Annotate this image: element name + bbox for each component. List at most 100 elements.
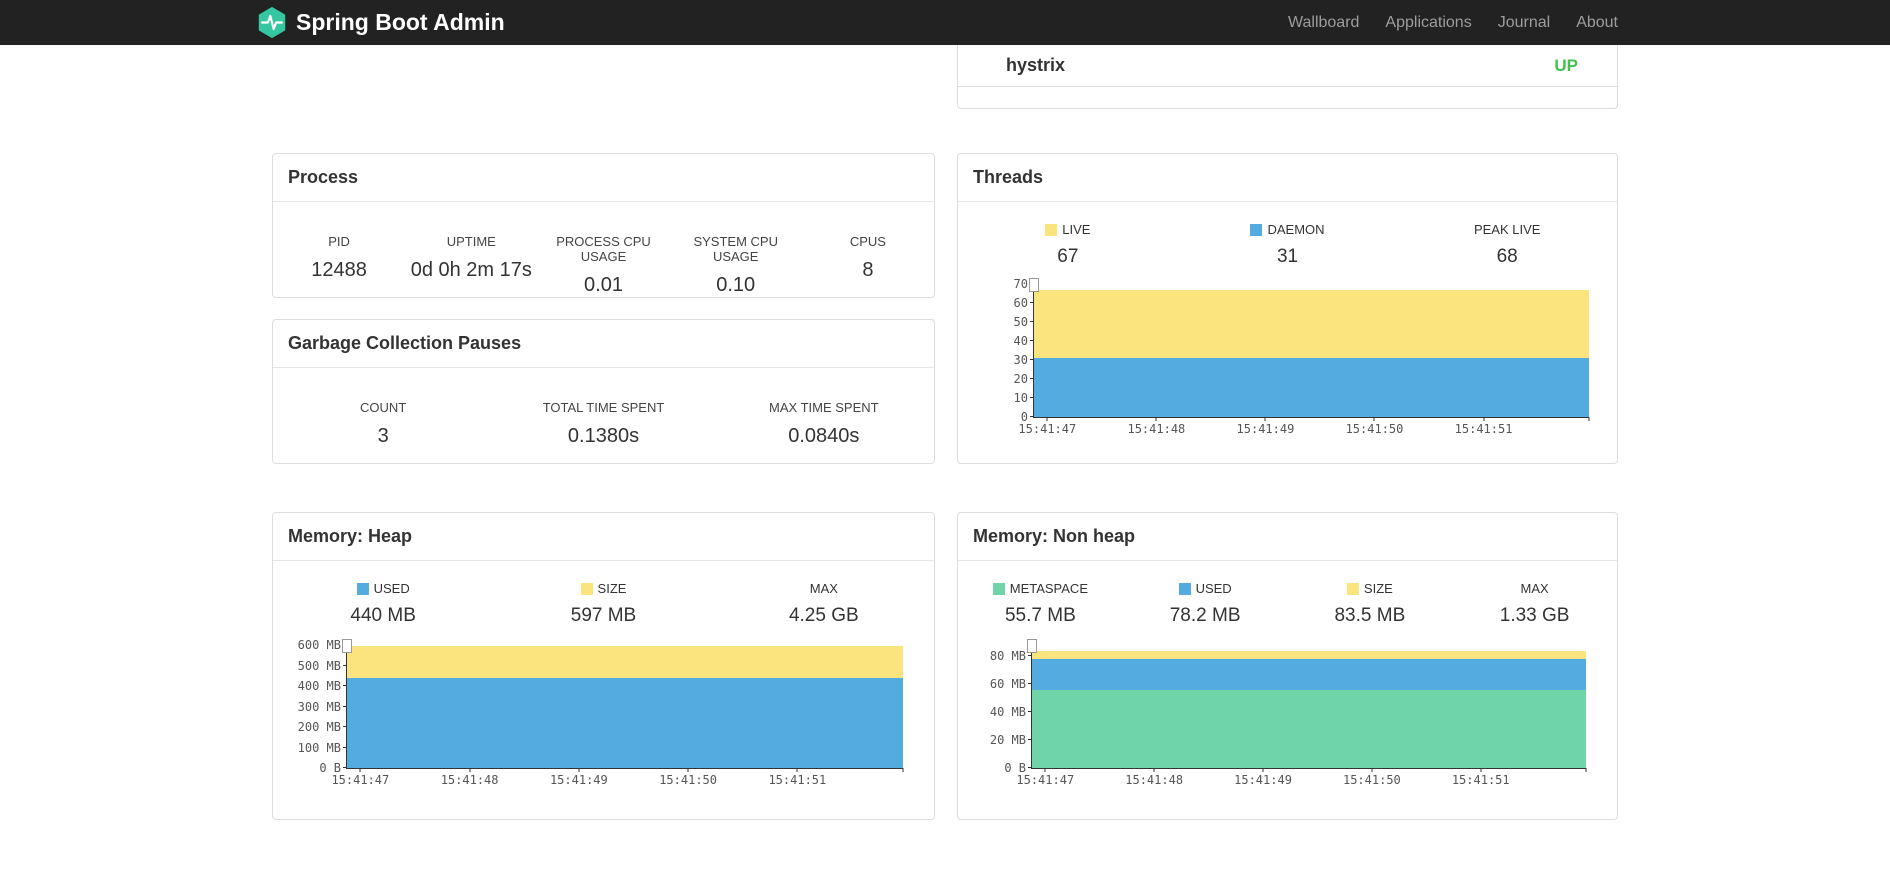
x-axis-label: 15:41:48 — [1127, 422, 1186, 436]
y-axis-label: 30 — [1013, 353, 1028, 367]
legend-value: 1.33 GB — [1499, 605, 1570, 626]
size-swatch-icon — [1346, 582, 1359, 595]
metric-gc-count: COUNT 3 — [273, 400, 493, 448]
legend-item-used: USED 78.2 MB — [1123, 581, 1288, 627]
application-name[interactable]: hystrix — [1006, 55, 1065, 76]
nonheap-panel-title: Memory: Non heap — [973, 526, 1136, 546]
brand-link[interactable]: Spring Boot Admin — [257, 6, 505, 39]
legend-label: MAX — [1520, 581, 1549, 596]
x-axis-tick — [1044, 768, 1046, 772]
metric-gc-max-time: MAX TIME SPENT 0.0840s — [714, 400, 934, 448]
y-axis-label: 70 — [1013, 277, 1028, 291]
legend-value: 68 — [1496, 246, 1518, 267]
y-axis-label: 100 MB — [297, 740, 341, 755]
process-panel-header: Process — [273, 154, 934, 202]
x-axis-label: 15:41:50 — [1345, 422, 1404, 436]
y-axis-label: 60 MB — [989, 677, 1026, 692]
metric-label: MAX TIME SPENT — [769, 400, 879, 415]
y-axis-tick — [343, 685, 347, 686]
application-row-hystrix[interactable]: hystrix UP — [958, 45, 1617, 87]
y-axis-tick — [343, 726, 347, 727]
x-axis-tick — [1480, 768, 1482, 772]
x-axis-tick — [1264, 417, 1266, 421]
nav-item-journal[interactable]: Journal — [1485, 0, 1563, 45]
y-axis-tick — [343, 767, 347, 768]
legend-item-max: MAX 1.33 GB — [1452, 581, 1617, 627]
x-axis-label: 15:41:49 — [1234, 773, 1292, 787]
legend-label: SIZE — [597, 581, 627, 596]
top-navbar: Spring Boot Admin Wallboard Applications… — [0, 0, 1890, 45]
chart-handle — [1027, 639, 1037, 653]
y-axis-tick — [343, 664, 347, 666]
y-axis-label: 40 — [1013, 334, 1028, 348]
metric-label: CPUS — [849, 234, 886, 249]
threads-panel-title: Threads — [973, 167, 1044, 187]
series-area-live — [1034, 289, 1589, 359]
legend-value: 78.2 MB — [1169, 605, 1241, 626]
y-axis-label: 10 — [1013, 391, 1028, 405]
y-axis-label: 80 MB — [989, 649, 1026, 664]
y-axis-tick — [1028, 711, 1032, 713]
metric-value: 3 — [377, 425, 389, 447]
x-axis-tick — [1153, 768, 1155, 772]
gc-metrics: COUNT 3 TOTAL TIME SPENT 0.1380s MAX TIM… — [273, 400, 934, 448]
x-axis-tick — [578, 768, 580, 772]
metric-process-cpu-usage: PROCESS CPU USAGE 0.01 — [537, 234, 669, 297]
legend-item-max: MAX 4.25 GB — [714, 581, 934, 627]
x-axis-end-tick — [1588, 417, 1590, 421]
legend-item-live: LIVE 67 — [958, 222, 1178, 268]
x-axis-tick — [1371, 768, 1373, 772]
legend-value: 83.5 MB — [1334, 605, 1406, 626]
heap-legend: USED 440 MB SIZE 597 MB MAX 4.25 GB — [273, 581, 934, 627]
y-axis-tick — [1028, 683, 1032, 685]
plot-area: 0 10 20 30 40 50 60 70 15:41:47 15:41:48 15:41:49 1… — [1014, 277, 1590, 436]
nav-item-wallboard[interactable]: Wallboard — [1275, 0, 1372, 45]
used-swatch-icon — [1178, 582, 1191, 595]
gc-panel-title: Garbage Collection Pauses — [288, 333, 522, 353]
y-axis-label: 20 — [1013, 372, 1028, 386]
metric-gc-total-time: TOTAL TIME SPENT 0.1380s — [493, 400, 713, 448]
y-axis-label: 50 — [1013, 315, 1028, 329]
memory-heap-chart: 0 B 100 MB 200 MB 300 MB 400 MB 500 MB 600 MB 1… — [298, 638, 904, 787]
metric-value: 0.01 — [584, 274, 623, 296]
y-axis-label: 600 MB — [297, 638, 341, 652]
metric-value: 12488 — [311, 259, 367, 281]
status-badge: UP — [1554, 55, 1578, 75]
legend-item-peak-live: PEAK LIVE 68 — [1397, 222, 1617, 268]
y-axis-label: 500 MB — [297, 658, 341, 673]
y-axis-tick — [1028, 767, 1032, 768]
live-swatch-icon — [1045, 223, 1058, 236]
used-swatch-icon — [356, 582, 369, 595]
memory-nonheap-chart: 0 B 20 MB 40 MB 60 MB 80 MB 15:41:47 15:41:48 1… — [990, 639, 1587, 787]
legend-label: USED — [1195, 581, 1232, 596]
nav-item-applications[interactable]: Applications — [1372, 0, 1484, 45]
plot-area: 0 B 20 MB 40 MB 60 MB 80 MB 15:41:47 15:41:48 1… — [990, 639, 1587, 787]
process-panel: Process PID 12488 UPTIME 0d 0h 2m 17s PR… — [272, 153, 935, 298]
y-axis-label: 200 MB — [297, 720, 341, 734]
legend-item-daemon: DAEMON 31 — [1178, 222, 1398, 268]
x-axis-label: 15:41:50 — [659, 773, 717, 787]
y-axis-tick — [343, 705, 347, 707]
x-axis-label: 15:41:47 — [1016, 773, 1075, 787]
x-axis-end-tick — [1585, 768, 1587, 772]
legend-value: 597 MB — [570, 605, 637, 626]
threads-chart: 0 10 20 30 40 50 60 70 15:41:47 15:41:48 15:41:49 1… — [1014, 277, 1590, 436]
nav-item-about[interactable]: About — [1563, 0, 1618, 45]
y-axis-label: 400 MB — [297, 679, 341, 693]
legend-value: 31 — [1276, 246, 1299, 267]
threads-legend: LIVE 67 DAEMON 31 PEAK LIVE 68 — [958, 222, 1617, 268]
x-axis-label: 15:41:50 — [1342, 773, 1401, 787]
y-axis-tick — [1028, 655, 1032, 657]
legend-item-metaspace: METASPACE 55.7 MB — [958, 581, 1123, 627]
chart-handle — [342, 639, 352, 653]
spring-boot-admin-logo-icon — [257, 6, 287, 39]
metric-system-cpu-usage: SYSTEM CPU USAGE 0.10 — [670, 234, 802, 297]
series-area-size — [347, 645, 903, 678]
legend-label: LIVE — [1062, 222, 1091, 237]
y-axis-label: 20 MB — [989, 733, 1026, 748]
legend-item-size: SIZE 597 MB — [493, 581, 713, 627]
legend-value: 4.25 GB — [788, 605, 859, 626]
metric-value: 0d 0h 2m 17s — [410, 259, 532, 281]
legend-item-size: SIZE 83.5 MB — [1288, 581, 1453, 627]
metaspace-swatch-icon — [992, 582, 1005, 595]
